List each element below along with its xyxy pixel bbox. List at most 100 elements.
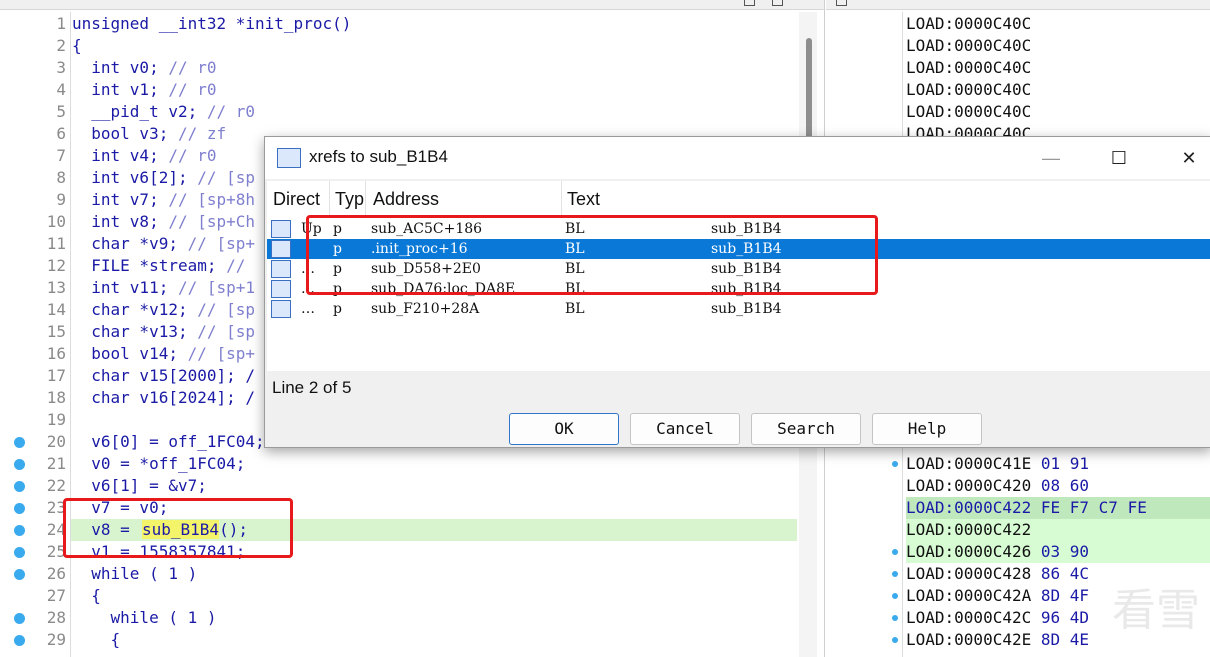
xref-row-icon <box>271 280 291 298</box>
code-line[interactable]: 1 unsigned __int32 *init_proc() <box>0 13 800 35</box>
code-line[interactable]: 2{ <box>0 35 800 57</box>
xref-row-icon <box>271 240 291 258</box>
line-number: 5 <box>56 102 66 121</box>
code-text: int v11; // [sp+1 <box>72 278 256 297</box>
line-number: 17 <box>46 366 66 385</box>
asm-line[interactable]: LOAD:0000C40C <box>906 13 1210 35</box>
asm-address: LOAD:0000C40C <box>906 36 1032 55</box>
breakpoint-dot-icon[interactable] <box>892 461 898 467</box>
breakpoint-dot-icon[interactable] <box>14 459 25 470</box>
asm-line[interactable]: LOAD:0000C422 FE F7 C7 FE <box>906 497 1210 519</box>
asm-line[interactable]: LOAD:0000C40C <box>906 79 1210 101</box>
breakpoint-dot-icon[interactable] <box>14 481 25 492</box>
breakpoint-dot-icon[interactable] <box>892 615 898 621</box>
code-text: char *v12; // [sp <box>72 300 256 319</box>
line-number: 4 <box>56 80 66 99</box>
breakpoint-dot-icon[interactable] <box>892 593 898 599</box>
search-button[interactable]: Search <box>751 413 861 445</box>
code-line[interactable]: 3 int v0; // r0 <box>0 57 800 79</box>
line-number: 20 <box>46 432 66 451</box>
ok-button[interactable]: OK <box>509 413 619 445</box>
asm-line[interactable]: LOAD:0000C40C <box>906 101 1210 123</box>
asm-bytes: 8D 4F <box>1031 586 1090 605</box>
dialog-titlebar[interactable]: xrefs to sub_B1B4 — ☐ ✕ <box>265 137 1210 179</box>
code-text: { <box>72 586 101 605</box>
asm-address: LOAD:0000C41E <box>906 454 1032 473</box>
asm-bytes: 01 91 <box>1031 454 1090 473</box>
watermark-logo: 看雪 <box>1112 585 1200 636</box>
help-button[interactable]: Help <box>872 413 982 445</box>
breakpoint-dot-icon[interactable] <box>892 549 898 555</box>
code-text: v0 = *off_1FC04; <box>72 454 246 473</box>
asm-bytes: 96 4D <box>1031 608 1090 627</box>
xref-row-icon <box>271 260 291 278</box>
column-type[interactable]: Typ <box>335 181 366 217</box>
asm-line[interactable]: LOAD:0000C40C <box>906 35 1210 57</box>
code-text: FILE *stream; // <box>72 256 246 275</box>
code-text: int v4; // r0 <box>72 146 217 165</box>
maximize-button[interactable]: ☐ <box>1097 143 1141 173</box>
asm-address: LOAD:0000C422 <box>906 520 1032 539</box>
breakpoint-dot-icon[interactable] <box>892 637 898 643</box>
line-number: 1 <box>56 14 66 33</box>
column-address[interactable]: Address <box>373 181 562 217</box>
code-line[interactable]: 4 int v1; // r0 <box>0 79 800 101</box>
pane-close-icon[interactable] <box>772 0 783 6</box>
asm-line[interactable]: LOAD:0000C40C <box>906 57 1210 79</box>
breakpoint-dot-icon[interactable] <box>14 547 25 558</box>
code-text: v6[1] = &v7; <box>72 476 207 495</box>
code-text: char *v13; // [sp <box>72 322 256 341</box>
asm-address: LOAD:0000C428 <box>906 564 1032 583</box>
breakpoint-dot-icon[interactable] <box>14 635 25 646</box>
code-line[interactable]: 28 while ( 1 ) <box>0 607 800 629</box>
code-text: while ( 1 ) <box>72 564 198 583</box>
cancel-button[interactable]: Cancel <box>630 413 740 445</box>
asm-bytes: 03 90 <box>1031 542 1090 561</box>
code-text: int v8; // [sp+Ch <box>72 212 256 231</box>
breakpoint-dot-icon[interactable] <box>14 437 25 448</box>
breakpoint-dot-icon[interactable] <box>14 525 25 536</box>
asm-address: LOAD:0000C42A <box>906 586 1032 605</box>
status-line: Line 2 of 5 <box>272 378 352 397</box>
line-number: 3 <box>56 58 66 77</box>
column-text[interactable]: Text <box>567 181 1207 217</box>
line-number: 23 <box>46 498 66 517</box>
xref-row[interactable]: … p sub_F210+28A BL sub_B1B4 <box>267 299 1210 319</box>
code-line[interactable]: 26 while ( 1 ) <box>0 563 800 585</box>
xref-row-icon <box>271 300 291 318</box>
asm-address: LOAD:0000C40C <box>906 14 1032 33</box>
pane-tabstrip <box>0 0 824 10</box>
breakpoint-dot-icon[interactable] <box>14 613 25 624</box>
code-text: int v0; // r0 <box>72 58 217 77</box>
asm-bytes: 86 4C <box>1031 564 1090 583</box>
column-direction[interactable]: Direct <box>273 181 330 217</box>
code-line[interactable]: 29 { <box>0 629 800 651</box>
close-button[interactable]: ✕ <box>1167 143 1210 173</box>
dialog-title: xrefs to sub_B1B4 <box>309 147 448 166</box>
line-number: 25 <box>46 542 66 561</box>
line-number: 19 <box>46 410 66 429</box>
code-text: while ( 1 ) <box>72 608 217 627</box>
breakpoint-dot-icon[interactable] <box>14 503 25 514</box>
asm-line[interactable]: LOAD:0000C422 <box>906 519 1210 541</box>
annotation-box-call <box>63 498 293 558</box>
asm-line[interactable]: LOAD:0000C426 03 90 <box>906 541 1210 563</box>
xref-target: sub_B1B4 <box>711 301 782 317</box>
code-line[interactable]: 5 __pid_t v2; // r0 <box>0 101 800 123</box>
asm-line[interactable]: LOAD:0000C41E 01 91 <box>906 453 1210 475</box>
pane-restore-icon[interactable] <box>744 0 755 6</box>
breakpoint-dot-icon[interactable] <box>892 571 898 577</box>
minimize-button[interactable]: — <box>1029 143 1073 173</box>
code-line[interactable]: 27 { <box>0 585 800 607</box>
code-text: { <box>72 630 121 649</box>
asm-address: LOAD:0000C42C <box>906 608 1032 627</box>
code-line[interactable]: 21 v0 = *off_1FC04; <box>0 453 800 475</box>
pane-restore-icon-right[interactable] <box>836 0 847 6</box>
line-number: 8 <box>56 168 66 187</box>
code-line[interactable]: 22 v6[1] = &v7; <box>0 475 800 497</box>
breakpoint-dot-icon[interactable] <box>14 569 25 580</box>
asm-line[interactable]: LOAD:0000C420 08 60 <box>906 475 1210 497</box>
line-number: 13 <box>46 278 66 297</box>
line-number: 15 <box>46 322 66 341</box>
code-text: int v6[2]; // [sp <box>72 168 256 187</box>
